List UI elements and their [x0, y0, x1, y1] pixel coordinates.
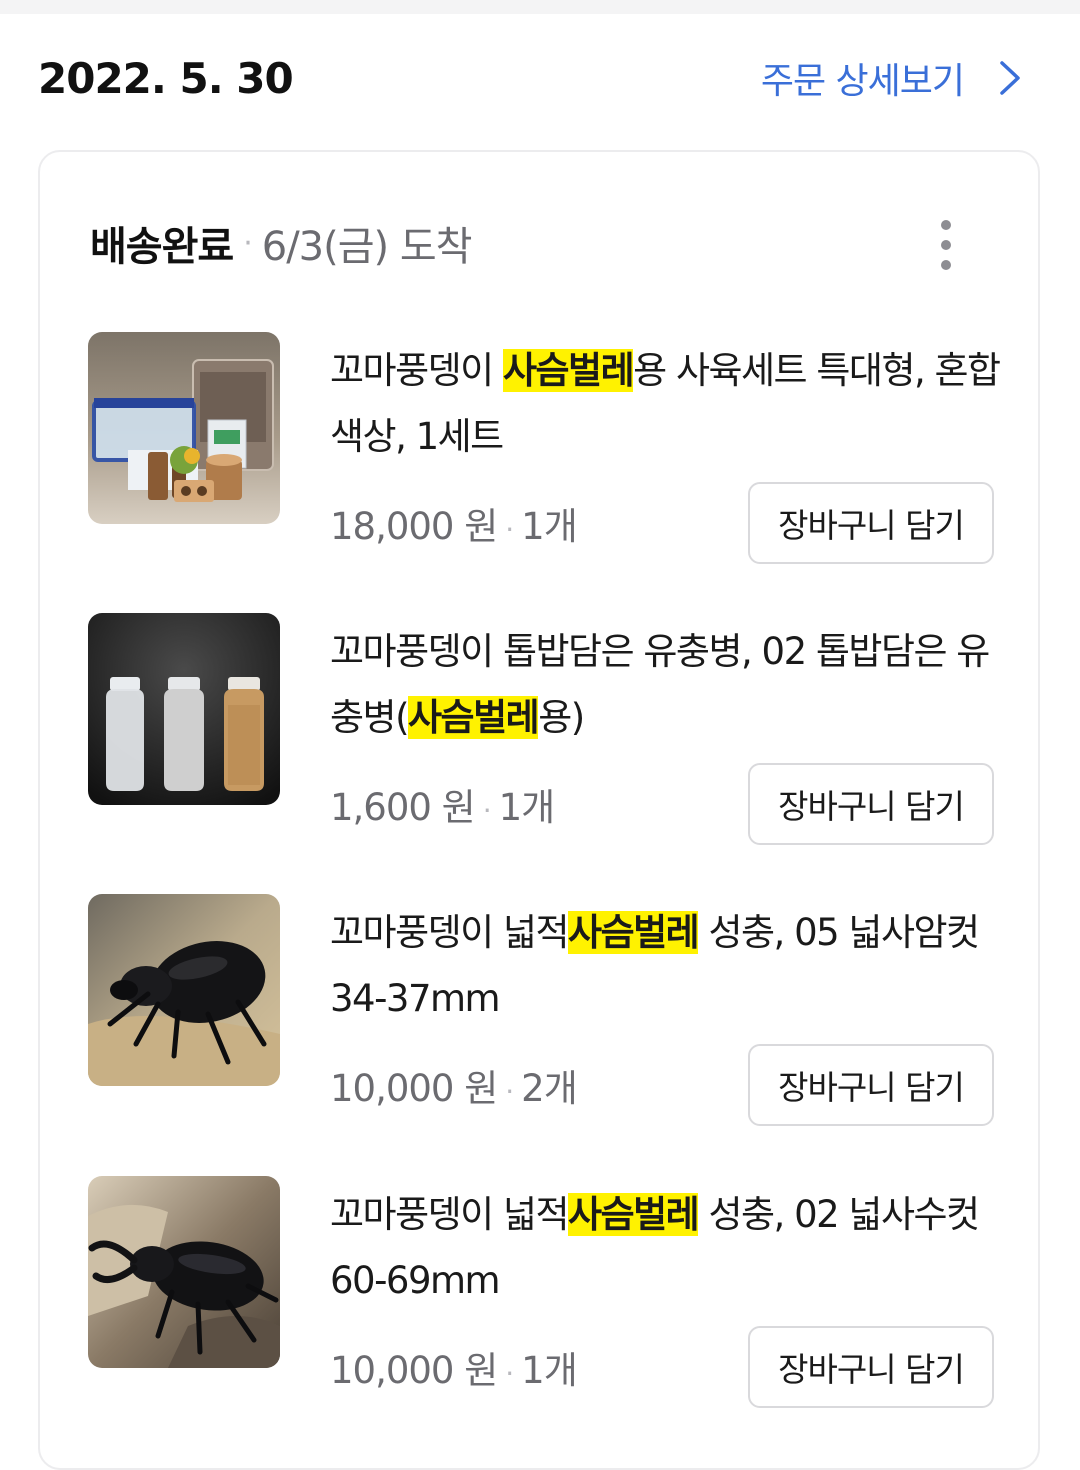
order-item: 꼬마풍뎅이 사슴벌레용 사육세트 특대형, 혼합색상, 1세트 18,000 원… [88, 332, 1001, 564]
top-divider [0, 0, 1080, 14]
price-quantity: 18,000 원 · 1개 [330, 505, 578, 548]
product-title[interactable]: 꼬마풍뎅이 넓적사슴벌레 성충, 02 넓사수컷 60-69mm [330, 1182, 1010, 1314]
separator-dot: · [243, 225, 252, 261]
shipment-status: 배송완료 [90, 224, 234, 270]
add-to-cart-button[interactable]: 장바구니 담기 [748, 1044, 994, 1126]
price-quantity: 10,000 원 · 2개 [330, 1067, 578, 1110]
product-image-breeding-set[interactable] [88, 332, 280, 524]
order-item: 꼬마풍뎅이 넓적사슴벌레 성충, 05 넓사암컷 34-37mm 10,000 … [88, 894, 994, 1126]
shipment-status-row: 배송완료 · 6/3(금) 도착 [90, 214, 473, 272]
kebab-menu-icon[interactable] [936, 220, 956, 270]
add-to-cart-button[interactable]: 장바구니 담기 [748, 1326, 994, 1408]
order-item: 꼬마풍뎅이 넓적사슴벌레 성충, 02 넓사수컷 60-69mm 10,000 … [88, 1176, 994, 1408]
price: 10,000 원 [330, 1067, 498, 1110]
arrival-date: 6/3(금) 도착 [261, 224, 473, 270]
chevron-right-icon [990, 59, 1028, 97]
product-image-female-beetle[interactable] [88, 894, 280, 1086]
order-detail-label: 주문 상세보기 [760, 61, 965, 102]
search-highlight: 사슴벌레 [408, 696, 540, 739]
search-highlight: 사슴벌레 [568, 1193, 700, 1236]
order-date: 2022. 5. 30 [38, 54, 294, 103]
order-detail-link[interactable]: 주문 상세보기 [761, 52, 1028, 104]
quantity: 1개 [521, 1349, 578, 1392]
order-item: 꼬마풍뎅이 톱밥담은 유충병, 02 톱밥담은 유충병(사슴벌레용) 1,600… [88, 613, 994, 845]
price: 10,000 원 [330, 1349, 498, 1392]
quantity: 2개 [521, 1067, 578, 1110]
price-quantity: 10,000 원 · 1개 [330, 1349, 578, 1392]
product-image-larva-bottles[interactable] [88, 613, 280, 805]
search-highlight: 사슴벌레 [502, 349, 635, 392]
price-quantity: 1,600 원 · 1개 [330, 786, 556, 829]
quantity: 1개 [521, 505, 578, 548]
product-title[interactable]: 꼬마풍뎅이 톱밥담은 유충병, 02 톱밥담은 유충병(사슴벌레용) [330, 619, 1010, 751]
shipment-card: 배송완료 · 6/3(금) 도착 꼬마풍뎅이 사슴벌레용 사육세트 특대형, 혼… [38, 150, 1040, 1470]
product-image-male-beetle[interactable] [88, 1176, 280, 1368]
add-to-cart-button[interactable]: 장바구니 담기 [748, 482, 994, 564]
add-to-cart-button[interactable]: 장바구니 담기 [748, 763, 994, 845]
search-highlight: 사슴벌레 [568, 911, 700, 954]
price: 18,000 원 [330, 505, 498, 548]
product-title[interactable]: 꼬마풍뎅이 사슴벌레용 사육세트 특대형, 혼합색상, 1세트 [330, 338, 1010, 470]
quantity: 1개 [498, 786, 556, 829]
price: 1,600 원 [330, 786, 476, 829]
product-title[interactable]: 꼬마풍뎅이 넓적사슴벌레 성충, 05 넓사암컷 34-37mm [330, 900, 1010, 1032]
